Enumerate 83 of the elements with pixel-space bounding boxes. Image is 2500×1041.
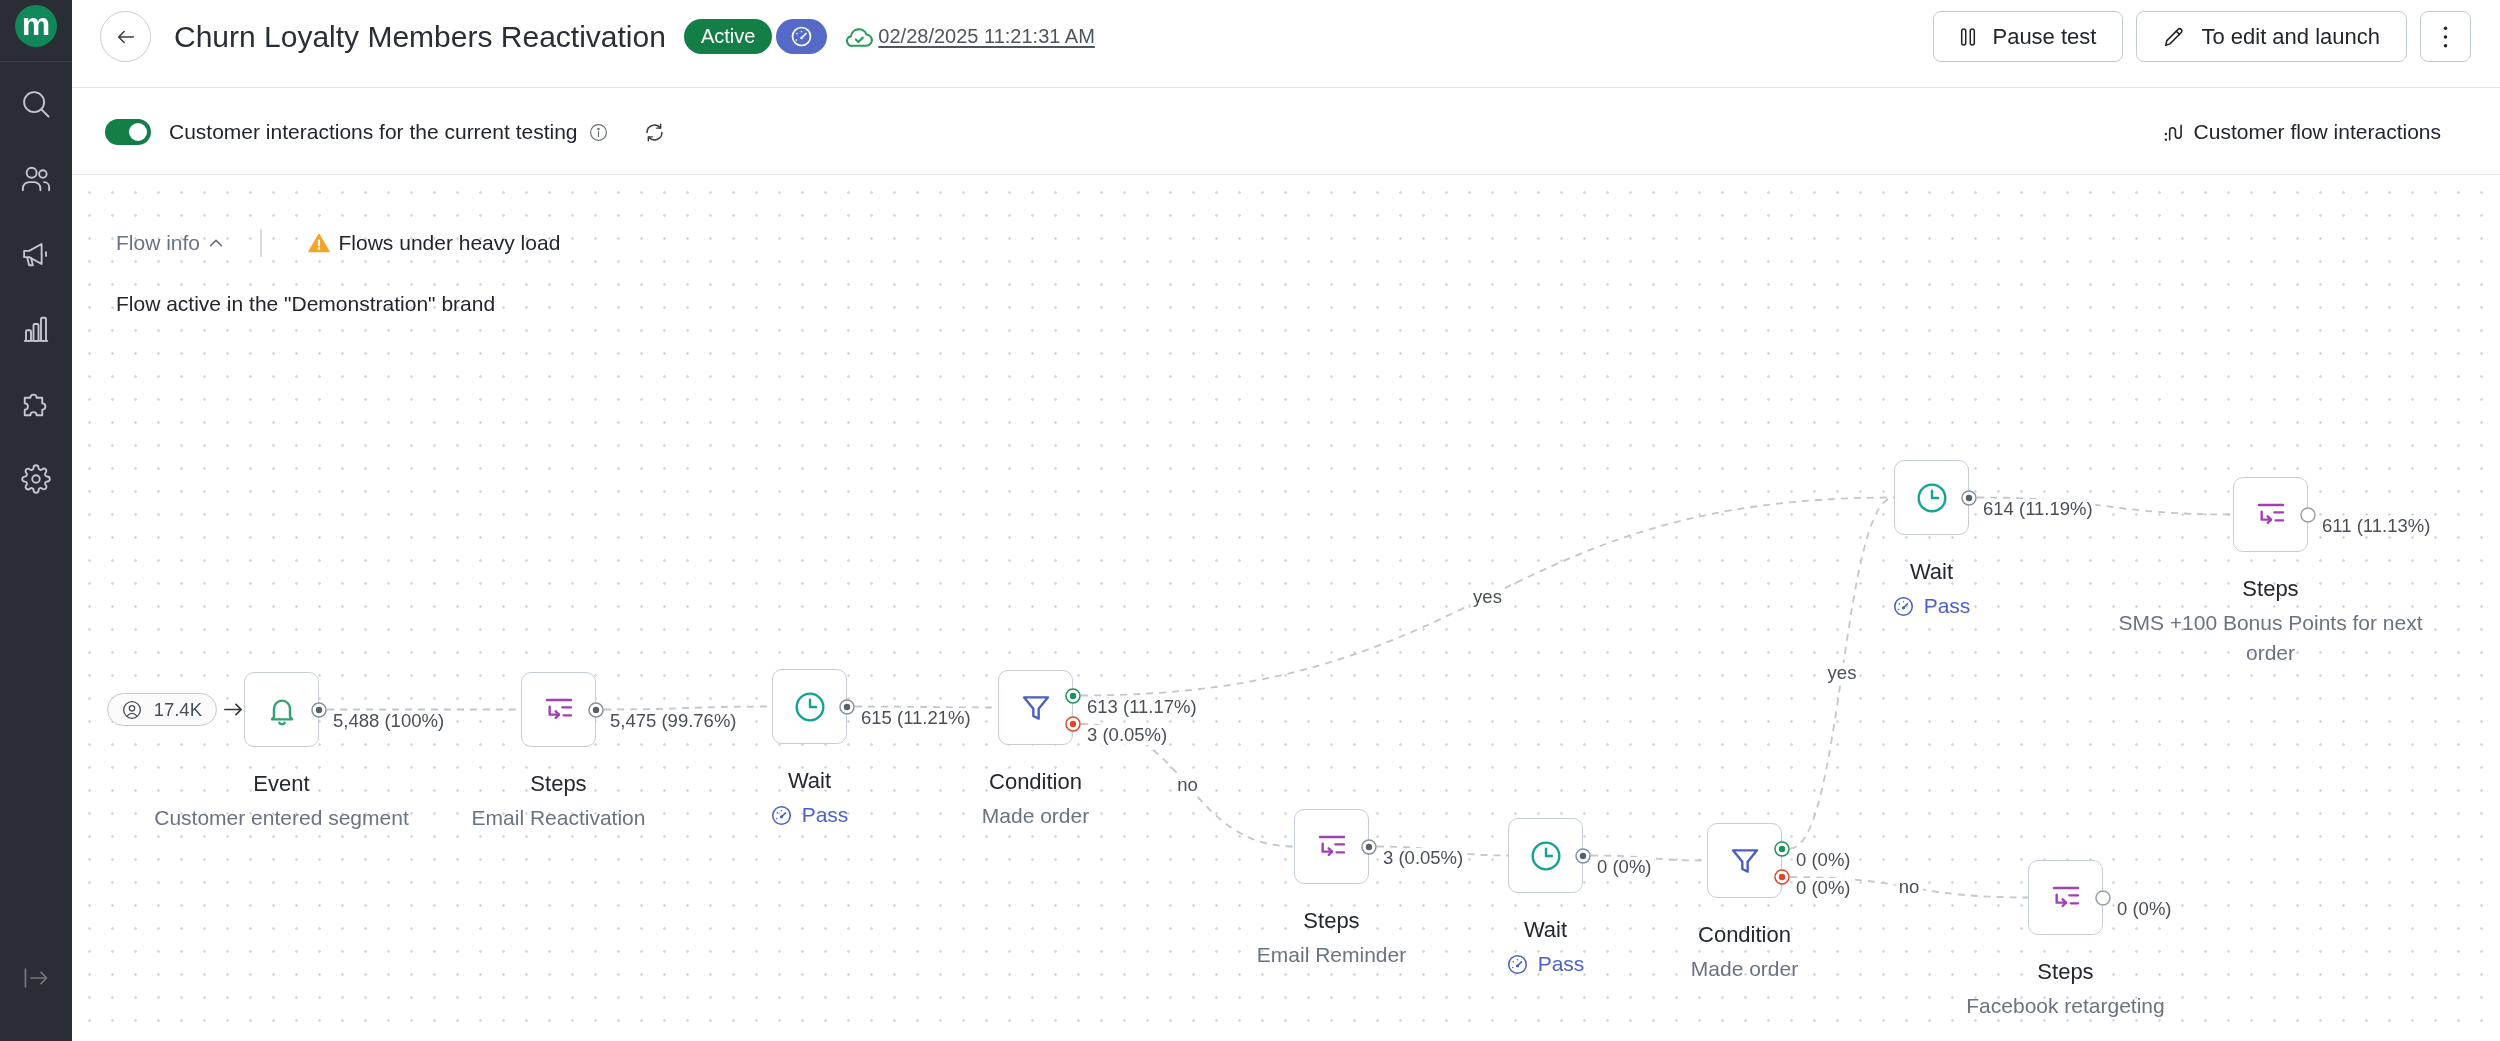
count-label: 614 (11.19%) (1981, 498, 2095, 519)
warning-text: Flows under heavy load (338, 231, 561, 255)
port-dot-icon (1361, 838, 1377, 855)
steps-node[interactable] (2028, 860, 2103, 935)
clock-icon (793, 690, 826, 723)
port-ring-icon (2095, 889, 2111, 906)
users-icon[interactable] (21, 164, 51, 194)
info-icon (588, 122, 608, 142)
port-dot-icon (839, 698, 855, 715)
node-subtitle: Email Reactivation (471, 805, 646, 831)
port-dot-icon (1961, 489, 1977, 506)
node-title: Wait (1523, 917, 1568, 943)
steps-node[interactable] (521, 672, 596, 747)
condition-node[interactable] (1707, 823, 1782, 898)
condition-node[interactable] (998, 670, 1073, 745)
node-subtitle: Email Reminder (1256, 942, 1407, 968)
flow-interactions-button[interactable]: Customer flow interactions (2163, 120, 2441, 144)
node-title: Steps (1303, 908, 1360, 934)
arrow-right-icon (224, 703, 242, 716)
port-ring-icon (2300, 506, 2316, 523)
flow-icon (2163, 122, 2183, 142)
status-text: Pass (801, 803, 849, 827)
gauge-icon (1892, 595, 1914, 617)
node-title: Steps (2037, 959, 2094, 985)
steps-node[interactable] (2233, 477, 2308, 552)
port-dot-icon (1774, 840, 1790, 857)
node-title: Condition (989, 769, 1082, 795)
gauge-icon (1506, 953, 1528, 975)
toggle-switch[interactable] (105, 119, 151, 145)
clock-icon (1915, 481, 1948, 514)
timestamp-link[interactable]: 02/28/2025 11:21:31 AM (878, 25, 1095, 48)
bar-chart-icon[interactable] (21, 314, 51, 344)
wait-node[interactable] (772, 669, 847, 744)
refresh-icon[interactable] (643, 121, 665, 143)
node-title: Wait (787, 768, 832, 794)
bar-arrow-right-icon[interactable] (24, 968, 48, 988)
search-icon[interactable] (21, 89, 51, 119)
count-label: 0 (0%) (1595, 856, 1654, 877)
pencil-icon (2163, 25, 2186, 48)
count-label: 615 (11.21%) (859, 707, 973, 728)
node-title: Condition (1698, 922, 1791, 948)
gauge-badge-icon (776, 19, 828, 54)
steps-node[interactable] (1294, 809, 1369, 884)
node-title: Event (253, 771, 310, 797)
edit-button[interactable]: To edit and launch (2136, 11, 2407, 62)
port-dot-icon (1065, 687, 1081, 704)
app-logo: m (15, 5, 57, 47)
port-dot-icon (588, 701, 604, 718)
flow-note: Flow active in the "Demonstration" brand (116, 292, 496, 316)
node-subtitle: SMS +100 Bonus Points for next order (2117, 610, 2424, 666)
port-dot-icon (311, 701, 327, 718)
status-text: Pass (1923, 594, 1971, 618)
branch-label: yes (1470, 586, 1505, 607)
status-badge: Active (683, 19, 773, 54)
flow-info-toggle[interactable]: Flow info (116, 231, 223, 255)
settings-icon[interactable] (21, 464, 51, 494)
wait-node[interactable] (1508, 818, 1583, 893)
wait-node[interactable] (1894, 460, 1969, 535)
audience-count: 17.4K (153, 698, 202, 721)
node-title: Steps (530, 771, 587, 797)
warning-icon (307, 233, 330, 253)
count-label: 613 (11.17%) (1085, 696, 1199, 717)
port-dot-icon (1065, 716, 1081, 732)
node-title: Steps (2242, 576, 2299, 602)
gauge-icon (770, 804, 792, 826)
node-subtitle: Made order (1690, 956, 1799, 982)
pause-button[interactable]: Pause test (1933, 11, 2124, 62)
port-dot-icon (1774, 869, 1790, 885)
pause-icon (1960, 27, 1977, 46)
more-icon (2443, 25, 2448, 48)
clock-icon (1529, 839, 1562, 872)
count-label: 0 (0%) (1794, 878, 1853, 898)
status-text: Pass (1537, 952, 1585, 976)
user-icon (121, 699, 142, 720)
toggle-label: Customer interactions for the current testing (169, 120, 578, 144)
page-title: Churn Loyalty Members Reactivation (174, 19, 666, 54)
node-subtitle: Made order (981, 803, 1090, 829)
event-node[interactable] (244, 672, 319, 747)
node-title: Wait (1909, 559, 1954, 585)
node-subtitle: Facebook retargeting (1966, 993, 2165, 1019)
port-dot-icon (1575, 847, 1591, 864)
node-subtitle: Customer entered segment (154, 805, 409, 831)
cloud-check-icon (845, 26, 874, 47)
